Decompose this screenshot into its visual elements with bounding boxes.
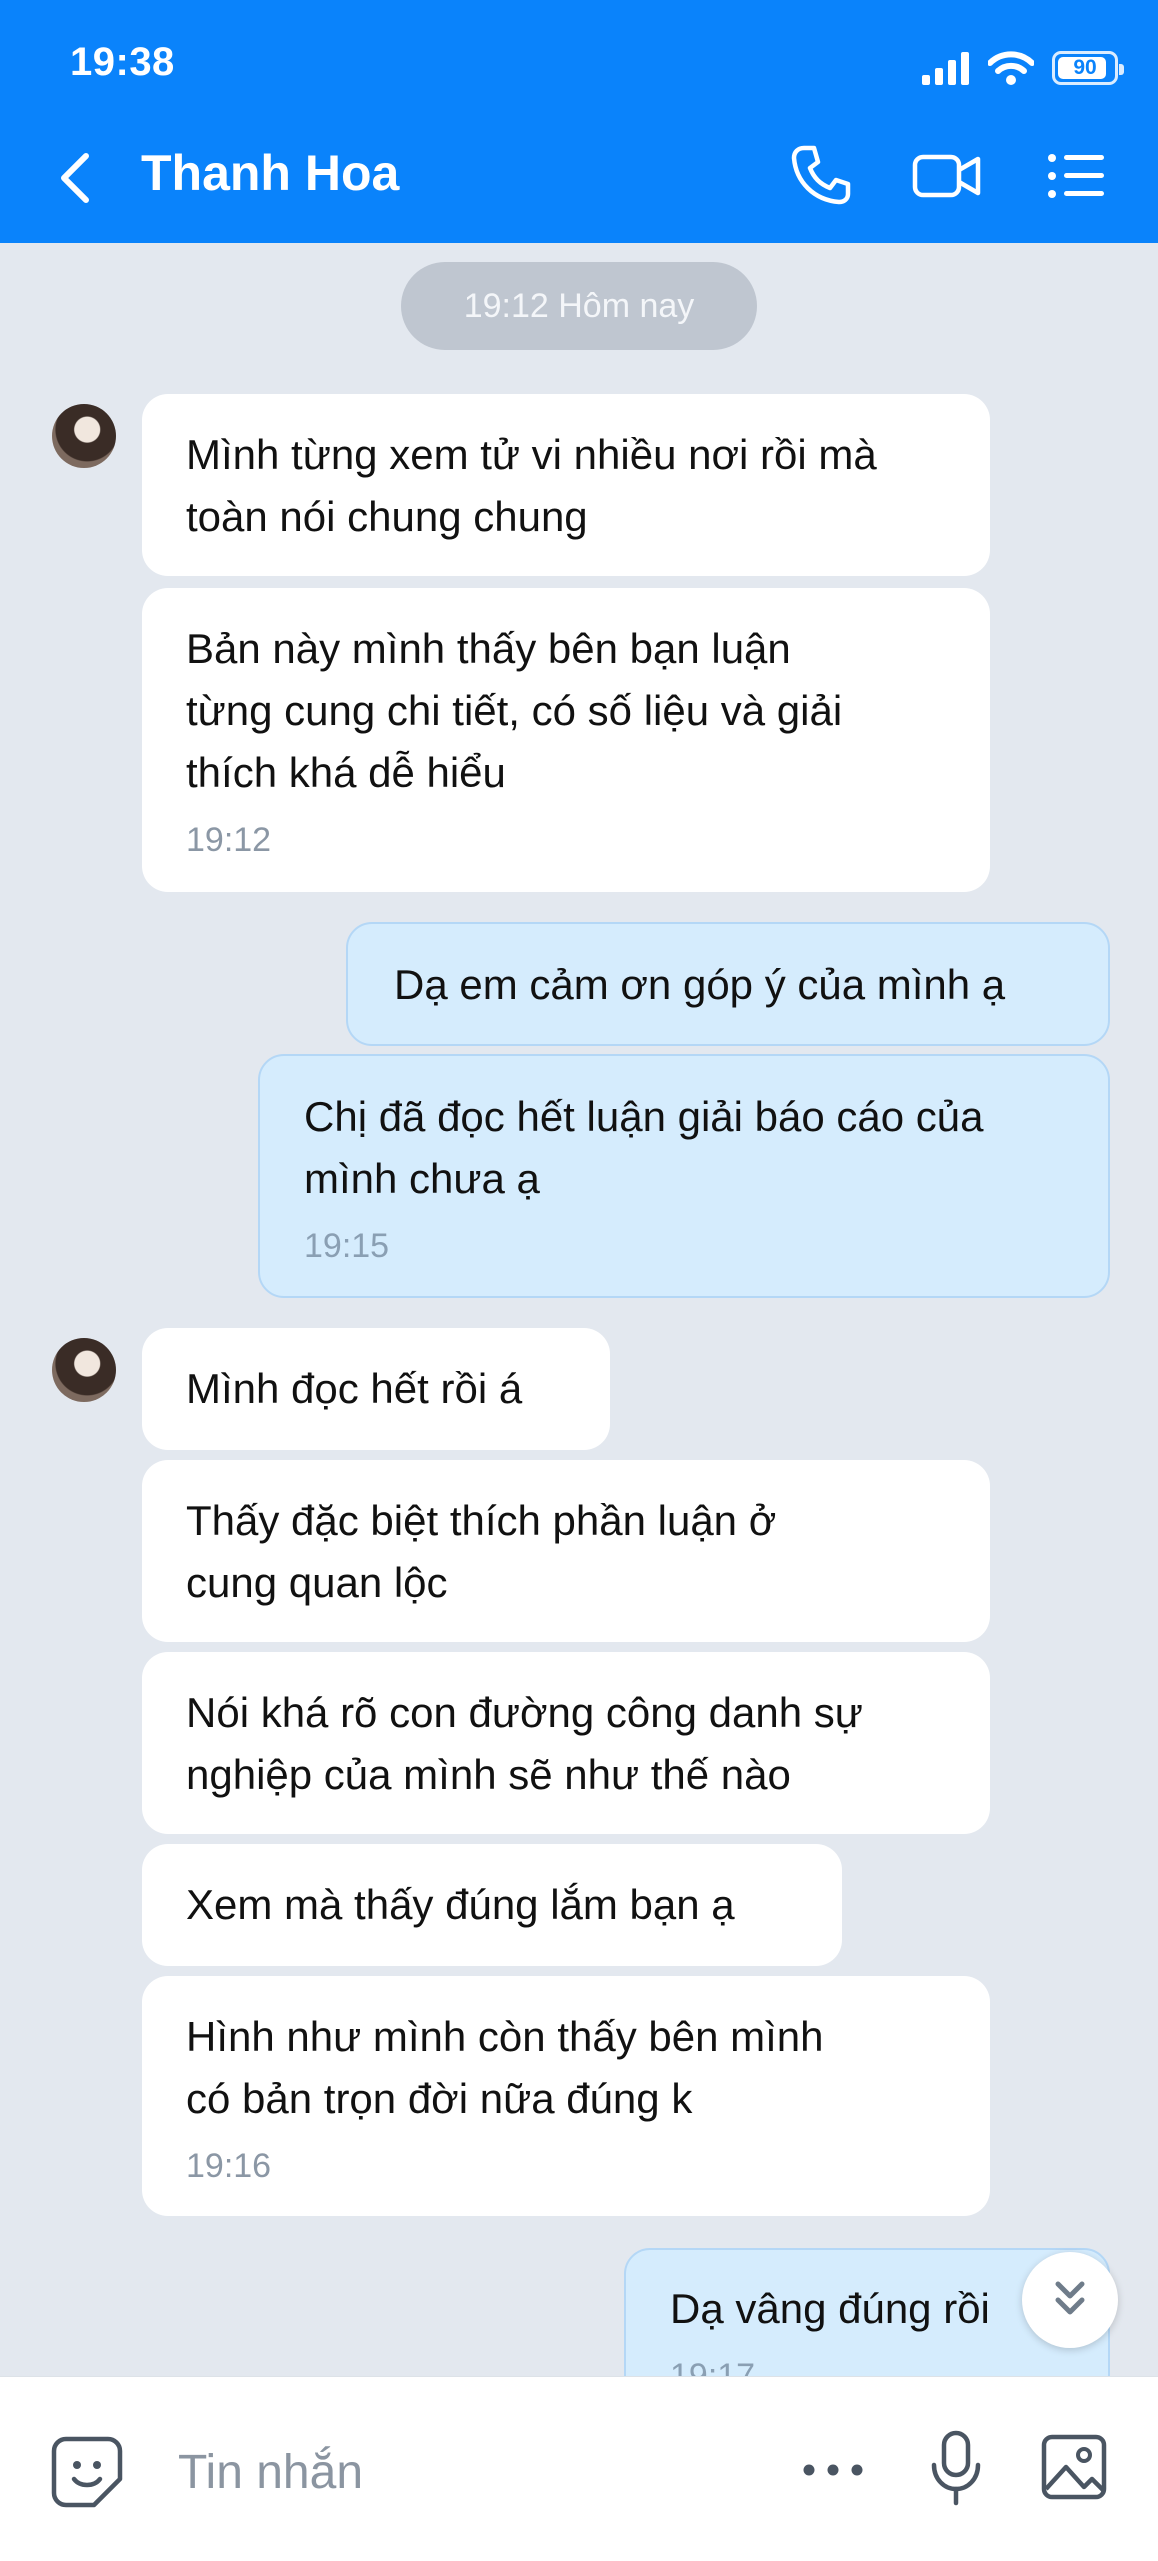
message-bubble[interactable]: Mình đọc hết rồi á [142, 1328, 610, 1450]
status-time: 19:38 [70, 40, 175, 84]
date-separator: 19:12 Hôm nay [401, 262, 757, 350]
message-text: Hình như mình còn thấy bên mình có bản t… [186, 2013, 824, 2122]
chat-header: 19:38 90 Thanh Hoa [0, 0, 1158, 243]
message-time: 19:15 [304, 1227, 390, 1265]
message-text: Chị đã đọc hết luận giải báo cáo của mìn… [304, 1093, 984, 1202]
scroll-to-bottom-button[interactable] [1022, 2252, 1118, 2348]
message-time: 19:12 [186, 821, 272, 859]
phone-icon[interactable] [790, 144, 852, 206]
list-menu-icon[interactable] [1046, 150, 1106, 202]
video-camera-icon[interactable] [912, 150, 982, 202]
more-dots-icon[interactable] [800, 2445, 866, 2495]
message-bubble[interactable]: Dạ em cảm ơn góp ý của mình ạ [346, 922, 1110, 1046]
message-bubble[interactable]: Nói khá rõ con đường công danh sự nghiệp… [142, 1652, 990, 1834]
message-bubble[interactable]: Hình như mình còn thấy bên mình có bản t… [142, 1976, 990, 2216]
message-text: Nói khá rõ con đường công danh sự nghiệp… [186, 1689, 863, 1798]
microphone-icon[interactable] [926, 2429, 986, 2507]
message-text: Mình đọc hết rồi á [186, 1365, 523, 1412]
signal-icon [922, 52, 969, 85]
double-chevron-down-icon [1055, 2281, 1085, 2315]
message-bubble[interactable]: Mình từng xem tử vi nhiều nơi rồi mà toà… [142, 394, 990, 576]
message-text: Bản này mình thấy bên bạn luận từng cung… [186, 625, 843, 796]
message-text: Dạ em cảm ơn góp ý của mình ạ [394, 961, 1006, 1008]
image-icon[interactable] [1040, 2433, 1108, 2501]
message-text: Xem mà thấy đúng lắm bạn ạ [186, 1881, 735, 1928]
chevron-left-icon[interactable] [52, 148, 100, 208]
wifi-icon [988, 51, 1034, 85]
message-time: 19:16 [186, 2147, 272, 2185]
composer-bar [0, 2376, 1158, 2561]
message-bubble[interactable]: Chị đã đọc hết luận giải báo cáo của mìn… [258, 1054, 1110, 1298]
message-text: Thấy đặc biệt thích phần luận ở cung qua… [186, 1497, 777, 1606]
message-text: Mình từng xem tử vi nhiều nơi rồi mà toà… [186, 431, 877, 540]
status-icons: 90 [922, 44, 1124, 92]
sticker-smile-icon[interactable] [50, 2435, 124, 2509]
message-bubble[interactable]: Bản này mình thấy bên bạn luận từng cung… [142, 588, 990, 892]
avatar[interactable] [52, 1338, 116, 1402]
contact-name[interactable]: Thanh Hoa [141, 144, 399, 202]
avatar[interactable] [52, 404, 116, 468]
battery-icon: 90 [1052, 51, 1124, 85]
battery-percent: 90 [1073, 56, 1097, 79]
message-input[interactable] [176, 2429, 740, 2515]
message-bubble[interactable]: Xem mà thấy đúng lắm bạn ạ [142, 1844, 842, 1966]
message-bubble[interactable]: Thấy đặc biệt thích phần luận ở cung qua… [142, 1460, 990, 1642]
